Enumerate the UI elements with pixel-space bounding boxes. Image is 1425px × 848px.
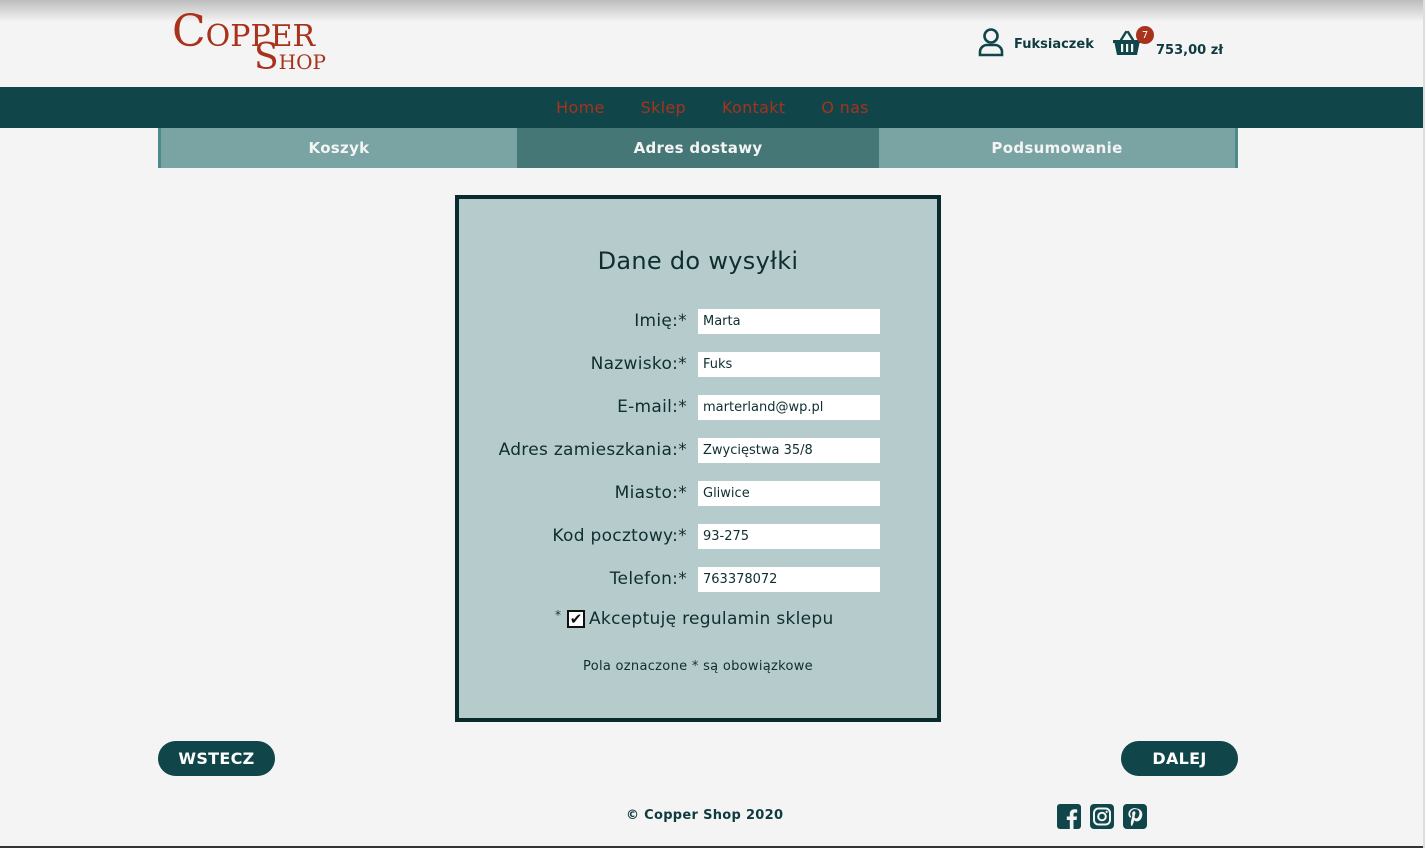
copper-shop-logo[interactable]: COPPER SHOP [172, 10, 326, 76]
field-label: Imię:* [634, 311, 687, 331]
nav-kontakt[interactable]: Kontakt [722, 98, 785, 117]
email-input[interactable] [698, 395, 880, 420]
phone-input[interactable] [698, 567, 880, 592]
nav-home[interactable]: Home [556, 98, 604, 117]
nav-o-nas[interactable]: O nas [821, 98, 868, 117]
first-name-input[interactable] [698, 309, 880, 334]
postal-code-input[interactable] [698, 524, 880, 549]
field-adres: Adres zamieszkania:* [459, 438, 937, 464]
nav-sklep[interactable]: Sklep [641, 98, 686, 117]
site-header: COPPER SHOP Fuksiaczek 7 753,00 zł [0, 0, 1425, 87]
next-button[interactable]: DALEJ [1121, 741, 1238, 776]
step-podsumowanie[interactable]: Podsumowanie [879, 128, 1235, 168]
field-imie: Imię:* [459, 309, 937, 335]
required-note: Pola oznaczone * są obowiązkowe [583, 659, 813, 674]
field-nazwisko: Nazwisko:* [459, 352, 937, 378]
field-kod: Kod pocztowy:* [459, 524, 937, 550]
cart-count-badge: 7 [1136, 26, 1154, 44]
form-title: Dane do wysyłki [597, 247, 799, 275]
checkmark-icon: ✔ [569, 609, 583, 628]
field-label: Adres zamieszkania:* [498, 440, 687, 460]
social-links [1057, 804, 1147, 829]
user-icon [978, 27, 1004, 61]
field-label: Kod pocztowy:* [552, 526, 687, 546]
pinterest-icon[interactable] [1123, 804, 1147, 829]
accept-terms: * ✔ Akceptuję regulamin sklepu [555, 607, 834, 631]
field-label: Telefon:* [609, 569, 687, 589]
field-telefon: Telefon:* [459, 567, 937, 593]
accept-terms-label[interactable]: Akceptuję regulamin sklepu [589, 609, 834, 629]
cart-summary[interactable]: 7 753,00 zł [1112, 26, 1223, 66]
field-label: E-mail:* [617, 397, 687, 417]
user-name: Fuksiaczek [1014, 36, 1094, 52]
step-koszyk[interactable]: Koszyk [161, 128, 517, 168]
back-button[interactable]: WSTECZ [158, 741, 275, 776]
shipping-form: Dane do wysyłki Imię:* Nazwisko:* E-mail… [455, 195, 941, 722]
required-star: * [555, 608, 561, 622]
logo-word-shop: SHOP [254, 37, 326, 78]
last-name-input[interactable] [698, 352, 880, 377]
checkout-steps: Koszyk Adres dostawy Podsumowanie [158, 128, 1238, 168]
field-email: E-mail:* [459, 395, 937, 421]
field-label: Miasto:* [614, 483, 687, 503]
accept-terms-checkbox[interactable]: ✔ [567, 610, 585, 628]
facebook-icon[interactable] [1057, 804, 1081, 829]
cart-total: 753,00 zł [1156, 42, 1224, 58]
main-nav: Home Sklep Kontakt O nas [0, 87, 1425, 128]
field-label: Nazwisko:* [590, 354, 687, 374]
field-miasto: Miasto:* [459, 481, 937, 507]
step-adres-dostawy[interactable]: Adres dostawy [517, 128, 879, 168]
city-input[interactable] [698, 481, 880, 506]
copyright: © Copper Shop 2020 [626, 808, 784, 823]
user-account[interactable]: Fuksiaczek [978, 28, 1094, 60]
address-input[interactable] [698, 438, 880, 463]
instagram-icon[interactable] [1090, 804, 1114, 829]
